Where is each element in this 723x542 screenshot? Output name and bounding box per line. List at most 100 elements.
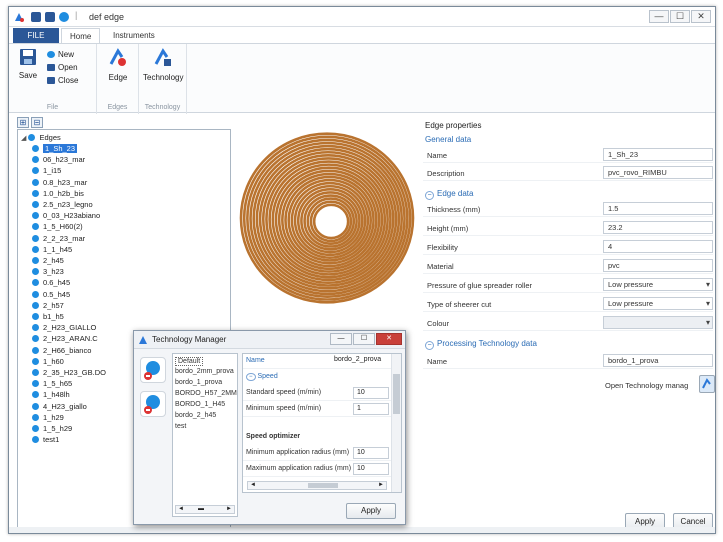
save-button[interactable]: Save	[15, 48, 41, 80]
tree-item[interactable]: 1_h60	[32, 356, 64, 367]
scroll-left-icon[interactable]: ◄	[178, 506, 184, 513]
tree-item[interactable]: 0.5_h45	[32, 289, 70, 300]
tree-item[interactable]: 2_2_23_mar	[32, 233, 85, 244]
property-value-field[interactable]	[603, 316, 713, 329]
edge-button[interactable]: Edge	[105, 48, 131, 82]
tree-item[interactable]: 2_h45	[32, 255, 64, 266]
dialog-minimize-button[interactable]: —	[330, 333, 352, 345]
tree-item[interactable]: 1_Sh_23	[32, 143, 78, 154]
collapse-all-button[interactable]: ⊟	[31, 117, 43, 128]
properties-header: Edge properties	[425, 121, 482, 130]
edge-node-icon	[32, 335, 39, 343]
dialog-maximize-button[interactable]: ☐	[353, 333, 375, 345]
general-section[interactable]: General data	[425, 135, 471, 144]
tree-item[interactable]: 1_5_H60(2)	[32, 221, 83, 232]
param-value-field[interactable]: 10	[353, 447, 389, 459]
property-value-field[interactable]: Low pressure	[603, 297, 713, 310]
folder-quick-icon[interactable]	[45, 12, 55, 22]
tree-item[interactable]: 1_5_h65	[32, 378, 72, 389]
tree-item[interactable]: 06_h23_mar	[32, 154, 85, 165]
dialog-close-button[interactable]: ✕	[376, 333, 402, 345]
property-value-field[interactable]: pvc	[603, 259, 713, 272]
technology-button[interactable]: Technology	[143, 48, 183, 82]
param-value-field[interactable]: 10	[353, 463, 389, 475]
tree-item[interactable]: 2_35_H23_GB.DO	[32, 367, 106, 378]
edge-node-icon	[32, 425, 39, 432]
tree-item[interactable]: 1_1_h45	[32, 244, 72, 255]
tree-item-label: 2_H66_bianco	[43, 345, 92, 355]
scroll-thumb[interactable]	[308, 483, 338, 488]
param-value-field[interactable]: 10	[353, 387, 389, 399]
tree-item[interactable]: 0.6_h45	[32, 277, 70, 288]
technology-list-item[interactable]: bordo_1_prova	[175, 379, 222, 386]
tree-item[interactable]: 1.0_h2b_bis	[32, 188, 84, 199]
property-value-field[interactable]: pvc_rovo_RIMBU	[603, 166, 713, 179]
grid-vertical-scrollbar[interactable]	[391, 354, 401, 492]
technology-list-item[interactable]: test	[175, 423, 186, 430]
grid-horizontal-scrollbar[interactable]: ◄ ►	[247, 481, 387, 490]
new-button[interactable]: New	[47, 50, 74, 59]
property-value-field[interactable]: 4	[603, 240, 713, 253]
close-button[interactable]: ✕	[691, 10, 711, 23]
param-value-field[interactable]: 1	[353, 403, 389, 415]
tree-item[interactable]: 2.5_n23_legno	[32, 199, 93, 210]
tech-name-value[interactable]: bordo_2_prova	[331, 355, 389, 367]
technology-list-item[interactable]: BORDO_H57_2MM	[175, 390, 237, 397]
tree-item[interactable]: 1_5_h29	[32, 423, 72, 434]
scroll-right-icon[interactable]: ►	[378, 482, 384, 489]
collapse-icon[interactable]: −	[246, 373, 256, 381]
tree-item[interactable]: 1_i15	[32, 165, 61, 176]
minimize-button[interactable]: —	[649, 10, 669, 23]
tab-instruments[interactable]: Instruments	[105, 28, 163, 43]
tree-item[interactable]: 3_h23	[32, 266, 64, 277]
scroll-right-icon[interactable]: ►	[226, 506, 232, 513]
collapse-arrow-icon[interactable]: ◢	[21, 135, 26, 142]
processing-section[interactable]: − Processing Technology data	[425, 339, 537, 350]
technology-list-item[interactable]: Default	[175, 357, 204, 366]
property-value-field[interactable]: 1.5	[603, 202, 713, 215]
property-label: Material	[427, 262, 454, 271]
general-section-label: General data	[425, 135, 472, 144]
scroll-thumb[interactable]	[393, 374, 400, 414]
scroll-left-icon[interactable]: ◄	[250, 482, 256, 489]
edge-quick-icon[interactable]	[59, 12, 69, 22]
technology-list-item[interactable]: bordo_2_h45	[175, 412, 216, 419]
technology-list-item[interactable]: bordo_2mm_prova	[175, 368, 234, 375]
tree-item[interactable]: test1	[32, 434, 59, 445]
remove-technology-button[interactable]	[140, 391, 166, 417]
tree-item[interactable]: 4_H23_giallo	[32, 401, 87, 412]
collapse-icon[interactable]: −	[425, 191, 434, 200]
save-quick-icon[interactable]	[31, 12, 41, 22]
property-value-field[interactable]: 23.2	[603, 221, 713, 234]
tree-item[interactable]: 1_h29	[32, 412, 64, 423]
tree-item[interactable]: 1_h48lh	[32, 389, 70, 400]
collapse-icon[interactable]: −	[425, 341, 434, 350]
property-value-field[interactable]: bordo_1_prova	[603, 354, 713, 367]
open-button[interactable]: Open	[47, 63, 78, 72]
tab-file[interactable]: FILE	[13, 28, 59, 43]
tree-item[interactable]: 2_h57	[32, 300, 64, 311]
property-value-field[interactable]: Low pressure	[603, 278, 713, 291]
list-scrollbar[interactable]: ◄ ▬ ►	[175, 505, 235, 514]
property-value-field[interactable]: 1_Sh_23	[603, 148, 713, 161]
close-doc-button[interactable]: Close	[47, 76, 78, 85]
tab-home[interactable]: Home	[61, 28, 101, 43]
maximize-button[interactable]: ☐	[670, 10, 690, 23]
dialog-apply-button[interactable]: Apply	[346, 503, 396, 519]
tree-root[interactable]: ◢ Edges	[21, 132, 61, 143]
tree-item[interactable]: 0.8_h23_mar	[32, 177, 87, 188]
tree-item[interactable]: 2_H23_GIALLO	[32, 322, 96, 333]
open-technology-manager-button[interactable]	[699, 375, 715, 393]
scroll-thumb[interactable]: ▬	[198, 506, 204, 513]
expand-all-button[interactable]: ⊞	[17, 117, 29, 128]
add-technology-button[interactable]	[140, 357, 166, 383]
tree-item[interactable]: b1_h5	[32, 311, 64, 322]
tree-item[interactable]: 0_03_H23abiano	[32, 210, 100, 221]
tree-item-label: 1_5_h65	[43, 379, 73, 389]
tree-item-label: 0.8_h23_mar	[43, 177, 88, 187]
tree-item[interactable]: 2_H23_ARAN.C	[32, 333, 98, 344]
tree-item[interactable]: 2_H66_bianco	[32, 345, 91, 356]
technology-list-item[interactable]: BORDO_1_H45	[175, 401, 225, 408]
speed-section[interactable]: − Speed	[243, 370, 391, 385]
edge-data-section[interactable]: − Edge data	[425, 189, 473, 200]
